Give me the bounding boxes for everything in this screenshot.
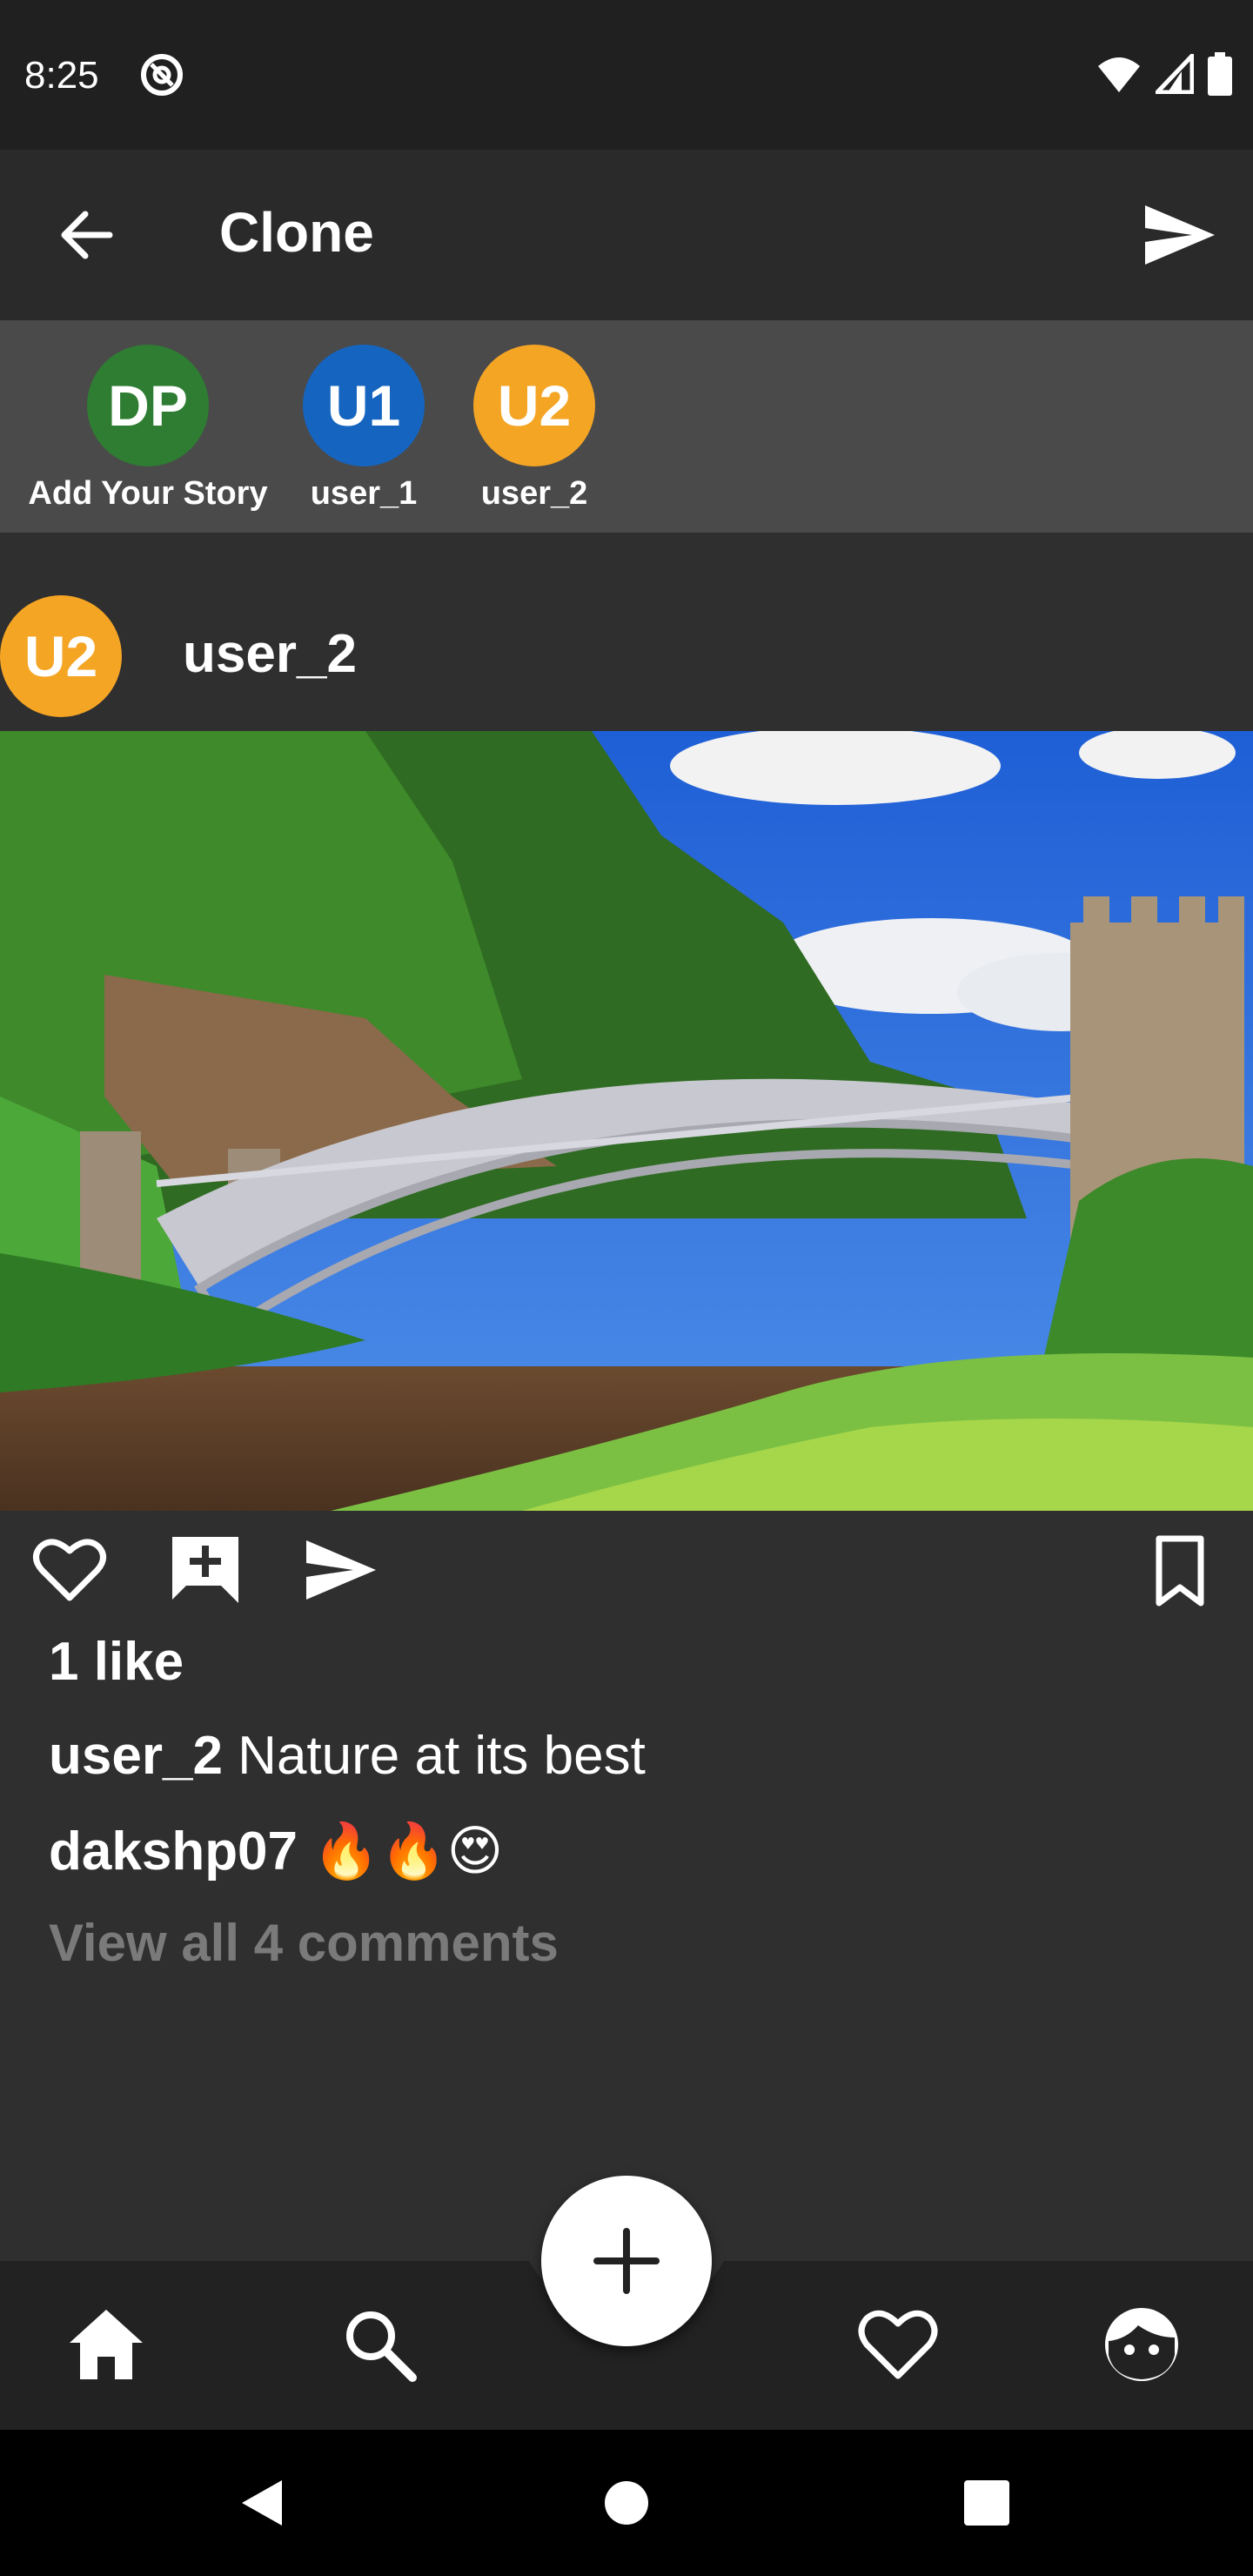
heart-icon[interactable] [31,1532,108,1608]
back-arrow-icon[interactable] [52,200,122,270]
cellular-signal-icon [1156,54,1194,94]
story-label: user_1 [310,475,418,512]
add-post-button[interactable] [541,2176,712,2346]
caption-text: Nature at its best [238,1726,646,1786]
story-avatar: DP [87,345,209,466]
plus-icon [593,2228,660,2294]
add-comment-icon[interactable] [167,1532,244,1608]
search-icon[interactable] [338,2303,421,2386]
back-nav-icon[interactable] [237,2477,285,2529]
story-avatar: U1 [303,345,425,466]
comment-username[interactable]: dakshp07 [49,1821,298,1882]
bookmark-icon[interactable] [1142,1532,1218,1608]
post-image[interactable] [0,731,1253,1511]
story-user-1[interactable]: U1 user_1 [292,345,435,513]
story-user-2[interactable]: U2 user_2 [463,345,606,513]
heart-nav-icon[interactable] [856,2303,940,2386]
home-icon[interactable] [64,2303,148,2386]
post-avatar[interactable]: U2 [0,595,122,717]
share-icon[interactable] [303,1532,379,1608]
home-nav-icon[interactable] [602,2479,651,2527]
like-count[interactable]: 1 like [49,1631,184,1693]
story-avatar: U2 [473,345,595,466]
status-bar: 8:25 [0,0,1253,150]
status-icons [1096,52,1232,96]
system-nav-bar [0,2430,1253,2576]
comment-preview: dakshp07 🔥🔥😍 [49,1819,503,1883]
story-label: user_2 [480,475,588,512]
story-label: Add Your Story [28,475,268,512]
profile-icon[interactable] [1100,2303,1183,2386]
story-add-your-story[interactable]: DP Add Your Story [24,345,271,513]
post-header: U2 user_2 [0,533,1253,731]
comment-text: 🔥🔥😍 [312,1821,504,1882]
send-icon[interactable] [1142,197,1218,273]
post-username[interactable]: user_2 [183,623,357,685]
post-actions [0,1511,1253,1615]
battery-icon [1208,52,1232,96]
stories-bar: DP Add Your Story U1 user_1 U2 user_2 [0,320,1253,533]
view-all-comments-link[interactable]: View all 4 comments [49,1913,559,1973]
caption-username[interactable]: user_2 [49,1726,223,1786]
app-title: Clone [219,201,374,264]
status-time: 8:25 [24,54,99,97]
recents-nav-icon[interactable] [964,2480,1009,2526]
app-bar: Clone [0,150,1253,320]
post-caption: user_2 Nature at its best [49,1725,646,1787]
wifi-icon [1098,57,1140,92]
at-sign-icon [141,54,183,96]
